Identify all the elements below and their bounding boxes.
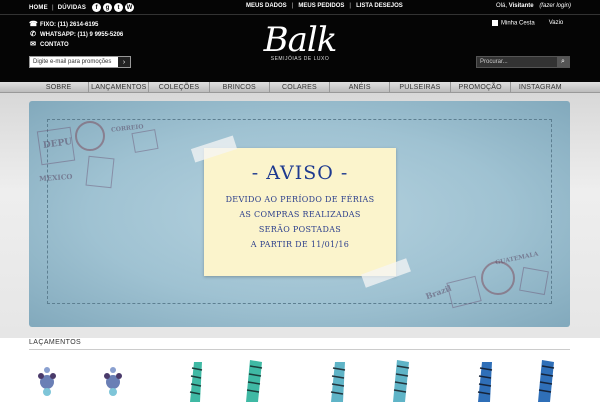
cart-icon bbox=[492, 20, 498, 26]
product-image-earrings-blue[interactable] bbox=[470, 356, 570, 402]
cart-label-wrap[interactable]: Minha Cesta bbox=[492, 20, 535, 27]
phone-number: FIXO: (11) 2614-6195 bbox=[40, 22, 99, 28]
notice-line: A PARTIR DE 11/01/16 bbox=[250, 240, 350, 249]
account-links: MEUS DADOS | MEUS PEDIDOS | LISTA DESEJO… bbox=[246, 3, 403, 9]
home-link[interactable]: HOME bbox=[29, 5, 48, 11]
separator: | bbox=[349, 3, 352, 9]
promo-email-input[interactable]: Digite e-mail para promoções bbox=[30, 57, 118, 67]
promo-email-form: Digite e-mail para promoções › bbox=[29, 56, 131, 68]
earring-graphic bbox=[104, 367, 122, 396]
twitter-icon[interactable]: t bbox=[114, 3, 124, 12]
notice-title: - AVISO - bbox=[251, 162, 349, 184]
postmark-graphic bbox=[481, 261, 515, 295]
earring-graphic bbox=[189, 362, 203, 402]
earring-graphic bbox=[38, 367, 56, 396]
product-image-earrings-aqua[interactable] bbox=[325, 356, 435, 402]
user-greeting: Olá, Visitante (fazer login) bbox=[496, 3, 571, 9]
google-plus-icon[interactable]: g bbox=[103, 3, 113, 12]
earring-graphic bbox=[393, 360, 410, 402]
top-row: HOME | DÚVIDAS f g t W MEUS DADOS | MEUS… bbox=[0, 0, 600, 15]
earring-graphic bbox=[330, 362, 346, 402]
whatsapp-icon: ✆ bbox=[30, 31, 36, 38]
nav-item-lancamentos[interactable]: LANÇAMENTOS bbox=[89, 82, 150, 93]
social-links: f g t W bbox=[92, 3, 135, 12]
wishlist-link[interactable]: LISTA DESEJOS bbox=[356, 3, 403, 9]
notice-line: DEVIDO AO PERÍODO DE FÉRIAS bbox=[225, 195, 375, 204]
stamp-graphic bbox=[131, 129, 159, 153]
section-title: LAÇAMENTOS bbox=[29, 339, 82, 346]
mail-icon: ✉ bbox=[30, 41, 36, 48]
stamp-graphic bbox=[519, 266, 549, 296]
promo-submit-button[interactable]: › bbox=[118, 57, 130, 67]
separator: | bbox=[291, 3, 294, 9]
faq-link[interactable]: DÚVIDAS bbox=[58, 5, 86, 11]
logo[interactable]: Balk SEMIJÓIAS DE LUXO bbox=[256, 22, 344, 72]
earring-graphic bbox=[477, 362, 493, 402]
nav-item-colares[interactable]: COLARES bbox=[270, 82, 331, 93]
cart-status: Vazio bbox=[548, 20, 564, 27]
search-icon: ⌕ bbox=[561, 58, 565, 65]
facebook-icon[interactable]: f bbox=[92, 3, 102, 12]
contact-line[interactable]: ✉ CONTATO bbox=[29, 40, 123, 50]
nav-item-instagram[interactable]: INSTAGRAM bbox=[511, 82, 570, 93]
top-left-links: HOME | DÚVIDAS f g t W bbox=[29, 3, 135, 12]
nav-item-sobre[interactable]: SOBRE bbox=[29, 82, 90, 93]
whatsapp-line: ✆ WHATSAPP: (11) 9 9955-5206 bbox=[29, 30, 123, 40]
cart[interactable]: Minha Cesta Vazio bbox=[492, 20, 563, 27]
section-divider bbox=[29, 349, 570, 350]
contact-info: ☎ FIXO: (11) 2614-6195 ✆ WHATSAPP: (11) 9 … bbox=[29, 20, 123, 50]
search-input[interactable]: Procurar... bbox=[477, 57, 557, 67]
earring-graphic bbox=[538, 360, 555, 402]
notice-banner[interactable]: DEPU CORREIO MEXICO Brazil GUATEMALA - A… bbox=[29, 101, 570, 327]
nav-item-promocao[interactable]: PROMOÇÃO bbox=[451, 82, 511, 93]
separator: | bbox=[51, 4, 54, 11]
login-link[interactable]: (fazer login) bbox=[539, 3, 571, 9]
product-image-earrings-purple[interactable] bbox=[29, 356, 149, 402]
nav-item-colecoes[interactable]: COLEÇÕES bbox=[149, 82, 210, 93]
header: HOME | DÚVIDAS f g t W MEUS DADOS | MEUS… bbox=[0, 0, 600, 82]
contact-link[interactable]: CONTATO bbox=[40, 40, 69, 50]
notice-card: - AVISO - DEVIDO AO PERÍODO DE FÉRIAS AS… bbox=[190, 135, 411, 288]
cart-label: Minha Cesta bbox=[501, 20, 535, 27]
notice-line: AS COMPRAS REALIZADAS bbox=[239, 210, 361, 219]
search-form: Procurar... ⌕ bbox=[476, 56, 570, 68]
phone-icon: ☎ bbox=[29, 21, 38, 28]
my-orders-link[interactable]: MEUS PEDIDOS bbox=[298, 3, 344, 9]
nav-item-aneis[interactable]: ANÉIS bbox=[330, 82, 391, 93]
my-data-link[interactable]: MEUS DADOS bbox=[246, 3, 287, 9]
postmark-graphic bbox=[75, 121, 105, 151]
nav-item-brincos[interactable]: BRINCOS bbox=[210, 82, 270, 93]
visitor-name: Visitante bbox=[508, 3, 534, 9]
notice-line: SERÃO POSTADAS bbox=[258, 225, 342, 234]
main-nav: SOBRE LANÇAMENTOS COLEÇÕES BRINCOS COLAR… bbox=[0, 82, 600, 93]
phone-line: ☎ FIXO: (11) 2614-6195 bbox=[29, 20, 123, 30]
search-button[interactable]: ⌕ bbox=[557, 57, 569, 67]
product-image-earrings-green[interactable] bbox=[180, 356, 280, 402]
wordpress-icon[interactable]: W bbox=[125, 3, 135, 12]
earring-graphic bbox=[246, 360, 263, 402]
stamp-graphic bbox=[85, 155, 115, 189]
nav-item-pulseiras[interactable]: PULSEIRAS bbox=[390, 82, 451, 93]
greeting-text: Olá, bbox=[496, 3, 508, 9]
notice-body: DEVIDO AO PERÍODO DE FÉRIAS AS COMPRAS R… bbox=[204, 192, 396, 252]
whatsapp-number: WHATSAPP: (11) 9 9955-5206 bbox=[40, 32, 124, 38]
logo-name: Balk bbox=[263, 20, 338, 60]
